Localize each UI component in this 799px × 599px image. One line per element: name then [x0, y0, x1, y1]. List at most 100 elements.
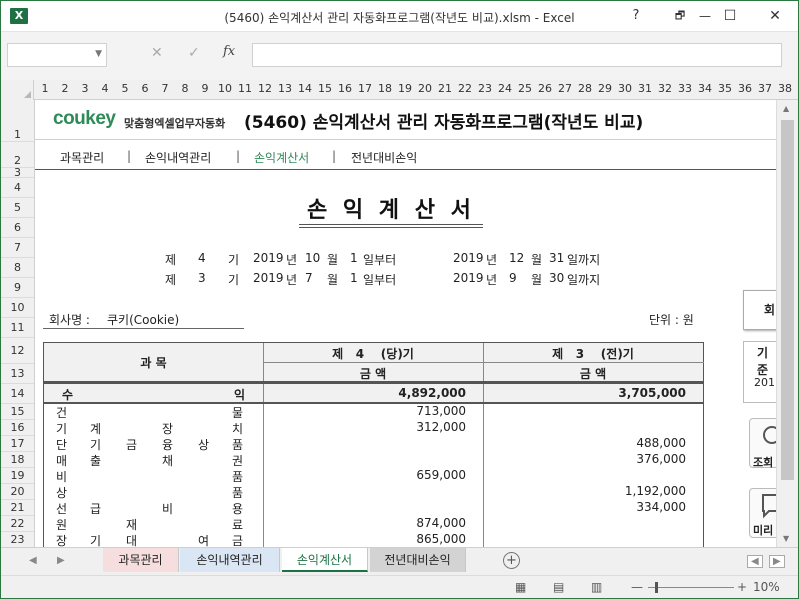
column-header-cell[interactable]: 22 [455, 82, 475, 95]
row-header-cell[interactable]: 16 [1, 420, 34, 436]
worksheet[interactable]: coukey 맞춤형엑셀업무자동화 (5460) 손익계산서 관리 자동화프로그… [35, 100, 776, 547]
period-m2[interactable]: 12 [509, 251, 524, 265]
name-box[interactable]: ▼ [7, 43, 107, 67]
row-header-cell[interactable]: 5 [1, 198, 34, 218]
scroll-up-icon[interactable]: ▲ [783, 104, 789, 113]
row-header-cell[interactable]: 10 [1, 298, 34, 318]
nav-item-pl-entries[interactable]: 손익내역관리 [145, 149, 211, 166]
column-header-cell[interactable]: 32 [655, 82, 675, 95]
row-header-cell[interactable]: 23 [1, 532, 34, 547]
total-revenue-row[interactable]: 수 익 4,892,000 3,705,000 [43, 382, 704, 404]
select-all-corner[interactable] [1, 80, 34, 100]
cancel-icon[interactable]: ✕ [151, 45, 163, 61]
page-break-icon[interactable]: ▥ [591, 580, 602, 594]
nav-item-income-statement[interactable]: 손익계산서 [254, 149, 309, 166]
zoom-slider[interactable] [648, 587, 734, 588]
period-y1[interactable]: 2019 [253, 251, 284, 265]
column-header-cell[interactable]: 10 [215, 82, 235, 95]
period-d1[interactable]: 1 [350, 271, 358, 285]
column-header-cell[interactable]: 31 [635, 82, 655, 95]
row-header-cell[interactable]: 21 [1, 500, 34, 516]
scroll-thumb[interactable] [781, 120, 794, 480]
table-row[interactable]: 기 계 장 치 312,000 [44, 420, 703, 436]
table-row[interactable]: 단 기 금 융 상 품 488,000 [44, 436, 703, 452]
column-header-cell[interactable]: 34 [695, 82, 715, 95]
row-header-cell[interactable]: 3 [1, 167, 34, 178]
period-num[interactable]: 3 [198, 271, 206, 285]
column-header-cell[interactable]: 33 [675, 82, 695, 95]
column-header-cell[interactable]: 6 [135, 82, 155, 95]
column-header-cell[interactable]: 3 [75, 82, 95, 95]
column-header-cell[interactable]: 4 [95, 82, 115, 95]
tab-scroll-right-icon[interactable]: ▶ [57, 555, 65, 566]
column-header-cell[interactable]: 11 [235, 82, 255, 95]
table-row[interactable]: 매 출 채 권 376,000 [44, 452, 703, 468]
column-header-cell[interactable]: 18 [375, 82, 395, 95]
insert-function-icon[interactable]: fx [223, 44, 235, 59]
zoom-slider-thumb[interactable] [655, 582, 658, 593]
row-header-cell[interactable]: 7 [1, 238, 34, 258]
row-header-cell[interactable]: 11 [1, 318, 34, 338]
column-header-cell[interactable]: 1 [35, 82, 55, 95]
enter-icon[interactable]: ✓ [188, 45, 200, 61]
table-row[interactable]: 상 품 1,192,000 [44, 484, 703, 500]
zoom-in-icon[interactable]: + [737, 580, 747, 594]
nav-item-subjects[interactable]: 과목관리 [60, 149, 104, 166]
period-m1[interactable]: 10 [305, 251, 320, 265]
zoom-out-icon[interactable]: — [631, 580, 643, 594]
period-m1[interactable]: 7 [305, 271, 313, 285]
formula-input[interactable] [252, 43, 782, 67]
table-row[interactable]: 원 재 료 874,000 [44, 516, 703, 532]
period-y2[interactable]: 2019 [453, 251, 484, 265]
column-header-cell[interactable]: 15 [315, 82, 335, 95]
hscroll-right-icon[interactable]: ▶ [769, 555, 785, 568]
maximize-button[interactable]: ☐ [707, 1, 753, 32]
period-num[interactable]: 4 [198, 251, 206, 265]
add-sheet-icon[interactable]: + [503, 552, 520, 569]
nav-item-yoy[interactable]: 전년대비손익 [351, 149, 417, 166]
row-header-cell[interactable]: 19 [1, 468, 34, 484]
row-header-cell[interactable]: 22 [1, 516, 34, 532]
zoom-level[interactable]: 10% [753, 580, 780, 594]
row-header-cell[interactable]: 20 [1, 484, 34, 500]
row-header-cell[interactable]: 13 [1, 364, 34, 384]
column-header-cell[interactable]: 23 [475, 82, 495, 95]
row-header-cell[interactable]: 18 [1, 452, 34, 468]
hscroll-left-icon[interactable]: ◀ [747, 555, 763, 568]
period-d2[interactable]: 30 [549, 271, 564, 285]
tab-scroll-left-icon[interactable]: ◀ [29, 555, 37, 566]
column-header-cell[interactable]: 19 [395, 82, 415, 95]
column-header-cell[interactable]: 30 [615, 82, 635, 95]
row-header-cell[interactable]: 2 [1, 142, 34, 168]
row-header-cell[interactable]: 15 [1, 404, 34, 420]
row-header-cell[interactable]: 14 [1, 384, 34, 404]
column-header-cell[interactable]: 27 [555, 82, 575, 95]
column-header-cell[interactable]: 2 [55, 82, 75, 95]
period-y1[interactable]: 2019 [253, 271, 284, 285]
scroll-down-icon[interactable]: ▼ [783, 534, 789, 543]
column-header-cell[interactable]: 25 [515, 82, 535, 95]
table-row[interactable]: 비 품 659,000 [44, 468, 703, 484]
row-header-cell[interactable]: 1 [1, 100, 34, 142]
column-header-cell[interactable]: 35 [715, 82, 735, 95]
period-y2[interactable]: 2019 [453, 271, 484, 285]
column-header-cell[interactable]: 26 [535, 82, 555, 95]
table-row[interactable]: 장 기 대 여 금 865,000 [44, 532, 703, 547]
column-header-cell[interactable]: 20 [415, 82, 435, 95]
sheet-tab[interactable]: 전년대비손익 [370, 548, 466, 572]
column-header-cell[interactable]: 8 [175, 82, 195, 95]
page-layout-icon[interactable]: ▤ [553, 580, 564, 594]
column-header-cell[interactable]: 24 [495, 82, 515, 95]
vertical-scrollbar[interactable]: ▲ ▼ [776, 100, 798, 547]
column-header-cell[interactable]: 29 [595, 82, 615, 95]
help-button[interactable]: ? [613, 1, 659, 32]
column-header-cell[interactable]: 14 [295, 82, 315, 95]
period-value[interactable]: 201 [754, 376, 775, 389]
column-header-cell[interactable]: 12 [255, 82, 275, 95]
side-action-button[interactable]: 회 [743, 290, 776, 330]
column-header-cell[interactable]: 17 [355, 82, 375, 95]
row-header-cell[interactable]: 17 [1, 436, 34, 452]
column-header-cell[interactable]: 13 [275, 82, 295, 95]
chevron-down-icon[interactable]: ▼ [95, 49, 102, 59]
column-header-cell[interactable]: 16 [335, 82, 355, 95]
